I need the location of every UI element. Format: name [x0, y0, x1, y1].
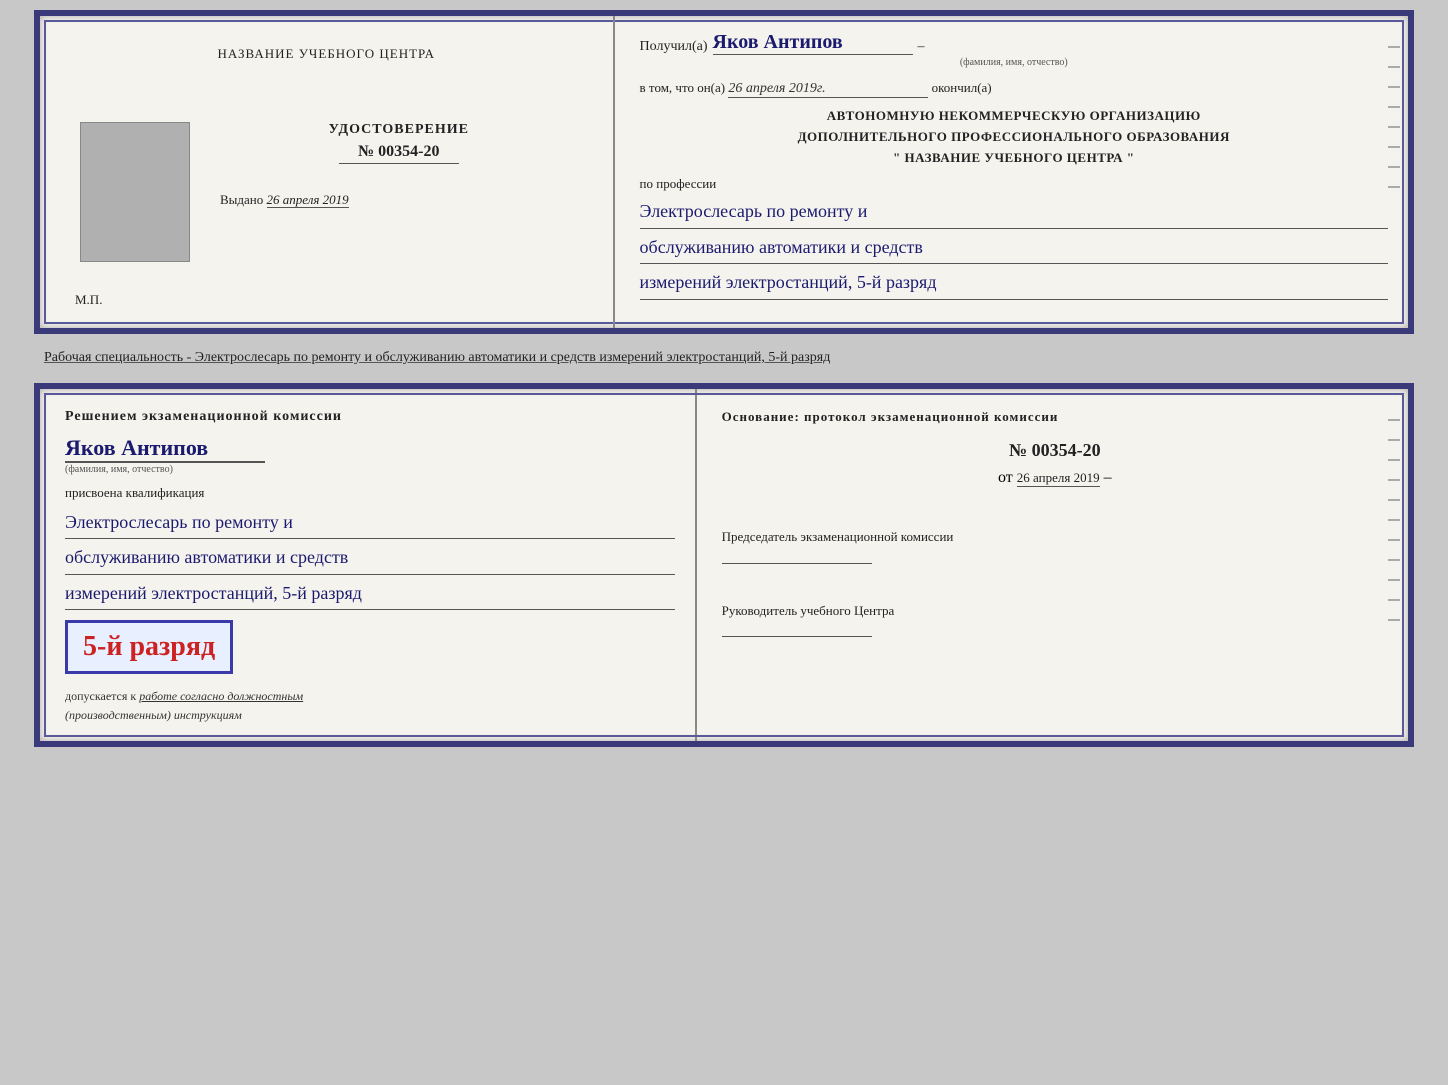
udostoverenie-number: № 00354-20	[339, 143, 459, 164]
bdash11	[1388, 619, 1400, 621]
side-dashes	[1388, 46, 1400, 188]
po-professii-label: по профессии	[640, 176, 1388, 192]
rukovoditel-signature-line	[722, 636, 872, 637]
vydano-date: 26 апреля 2019	[267, 192, 349, 208]
bdash4	[1388, 479, 1400, 481]
predsedatel-signature-line	[722, 563, 872, 564]
dopuskaetsya-text: допускается к работе согласно должностны…	[65, 687, 675, 725]
rukovoditel-label: Руководитель учебного Центра	[722, 601, 1388, 622]
ot-prefix: от	[998, 469, 1013, 486]
profession-line2: обслуживанию автоматики и средств	[640, 231, 1388, 264]
ot-date: 26 апреля 2019	[1017, 470, 1100, 487]
bottom-fio-handwritten: Яков Антипов	[65, 435, 265, 462]
bdash5	[1388, 499, 1400, 501]
bdash7	[1388, 539, 1400, 541]
top-document: НАЗВАНИЕ УЧЕБНОГО ЦЕНТРА УДОСТОВЕРЕНИЕ №…	[34, 10, 1414, 334]
poluchil-line: Получил(а) Яков Антипов –	[640, 31, 1388, 55]
vtom-date: 26 апреля 2019г.	[728, 81, 928, 98]
org-block: АВТОНОМНУЮ НЕКОММЕРЧЕСКУЮ ОРГАНИЗАЦИЮ ДО…	[640, 106, 1388, 168]
dash3	[1388, 86, 1400, 88]
bottom-left-panel: Решением экзаменационной комиссии Яков А…	[40, 389, 697, 741]
udostoverenie-block: УДОСТОВЕРЕНИЕ № 00354-20	[329, 122, 469, 164]
rukovoditel-block: Руководитель учебного Центра	[722, 601, 1388, 660]
middle-text: Рабочая специальность - Электрослесарь п…	[34, 342, 1414, 373]
resheniem-title: Решением экзаменационной комиссии	[65, 409, 675, 425]
date-dash: –	[1104, 469, 1112, 486]
protocol-number: № 00354-20	[722, 440, 1388, 461]
mp-label: М.П.	[75, 292, 102, 308]
bottom-profession-line2: обслуживанию автоматики и средств	[65, 541, 675, 574]
bdash9	[1388, 579, 1400, 581]
bdash3	[1388, 459, 1400, 461]
prisvoena-label: присвоена квалификация	[65, 485, 675, 501]
dash-separator: –	[918, 39, 925, 55]
predsedatel-block: Председатель экзаменационной комиссии	[722, 527, 1388, 586]
dash5	[1388, 126, 1400, 128]
bdash10	[1388, 599, 1400, 601]
document-container: НАЗВАНИЕ УЧЕБНОГО ЦЕНТРА УДОСТОВЕРЕНИЕ №…	[34, 10, 1414, 747]
dash6	[1388, 146, 1400, 148]
dopuskaetsya-underline: работе согласно должностным	[139, 689, 303, 703]
dash7	[1388, 166, 1400, 168]
fio-field: Яков Антипов	[713, 31, 913, 55]
dash2	[1388, 66, 1400, 68]
bottom-right-panel: Основание: протокол экзаменационной коми…	[697, 389, 1408, 741]
vydano-line: Выдано 26 апреля 2019	[220, 192, 349, 208]
top-right-panel: Получил(а) Яков Антипов – (фамилия, имя,…	[615, 16, 1408, 328]
dopuskaetsya-label: допускается к	[65, 689, 136, 703]
fio-sub-label: (фамилия, имя, отчество)	[640, 57, 1388, 68]
profession-line3: измерений электростанций, 5-й разряд	[640, 266, 1388, 299]
bottom-profession-line1: Электрослесарь по ремонту и	[65, 506, 675, 539]
org-line1: АВТОНОМНУЮ НЕКОММЕРЧЕСКУЮ ОРГАНИЗАЦИЮ	[640, 106, 1388, 127]
udostoverenie-label: УДОСТОВЕРЕНИЕ	[329, 122, 469, 138]
ot-date-block: от 26 апреля 2019 –	[722, 469, 1388, 507]
org-line3: " НАЗВАНИЕ УЧЕБНОГО ЦЕНТРА "	[640, 148, 1388, 169]
vydano-label: Выдано	[220, 192, 263, 207]
bottom-fio-field: Яков Антипов	[65, 435, 265, 463]
poluchil-prefix: Получил(а)	[640, 39, 708, 55]
predsedatel-label: Председатель экзаменационной комиссии	[722, 527, 1388, 548]
dash8	[1388, 186, 1400, 188]
bottom-profession-line3: измерений электростанций, 5-й разряд	[65, 577, 675, 610]
profession-line1: Электрослесарь по ремонту и	[640, 195, 1388, 228]
vtom-prefix: в том, что он(а)	[640, 80, 726, 95]
okkonchil: окончил(а)	[932, 80, 992, 95]
bdash6	[1388, 519, 1400, 521]
fio-handwritten: Яков Антипов	[713, 31, 843, 53]
bdash2	[1388, 439, 1400, 441]
bdash1	[1388, 419, 1400, 421]
photo-info-row: УДОСТОВЕРЕНИЕ № 00354-20 Выдано 26 апрел…	[65, 102, 588, 282]
vtom-line: в том, что он(а) 26 апреля 2019г. окончи…	[640, 80, 1388, 98]
info-block: УДОСТОВЕРЕНИЕ № 00354-20 Выдано 26 апрел…	[210, 102, 588, 208]
dopuskaetsya2: (производственным) инструкциям	[65, 708, 242, 722]
org-line2: ДОПОЛНИТЕЛЬНОГО ПРОФЕССИОНАЛЬНОГО ОБРАЗО…	[640, 127, 1388, 148]
bottom-document: Решением экзаменационной комиссии Яков А…	[34, 383, 1414, 747]
bottom-fio-sub: (фамилия, имя, отчество)	[65, 464, 675, 475]
bottom-side-dashes	[1388, 419, 1400, 621]
top-center-title: НАЗВАНИЕ УЧЕБНОГО ЦЕНТРА	[218, 46, 435, 62]
grade-badge: 5-й разряд	[65, 620, 233, 674]
photo-placeholder	[80, 122, 190, 262]
dash1	[1388, 46, 1400, 48]
bdash8	[1388, 559, 1400, 561]
osnovanie-label: Основание: протокол экзаменационной коми…	[722, 409, 1388, 425]
dash4	[1388, 106, 1400, 108]
top-left-panel: НАЗВАНИЕ УЧЕБНОГО ЦЕНТРА УДОСТОВЕРЕНИЕ №…	[40, 16, 615, 328]
